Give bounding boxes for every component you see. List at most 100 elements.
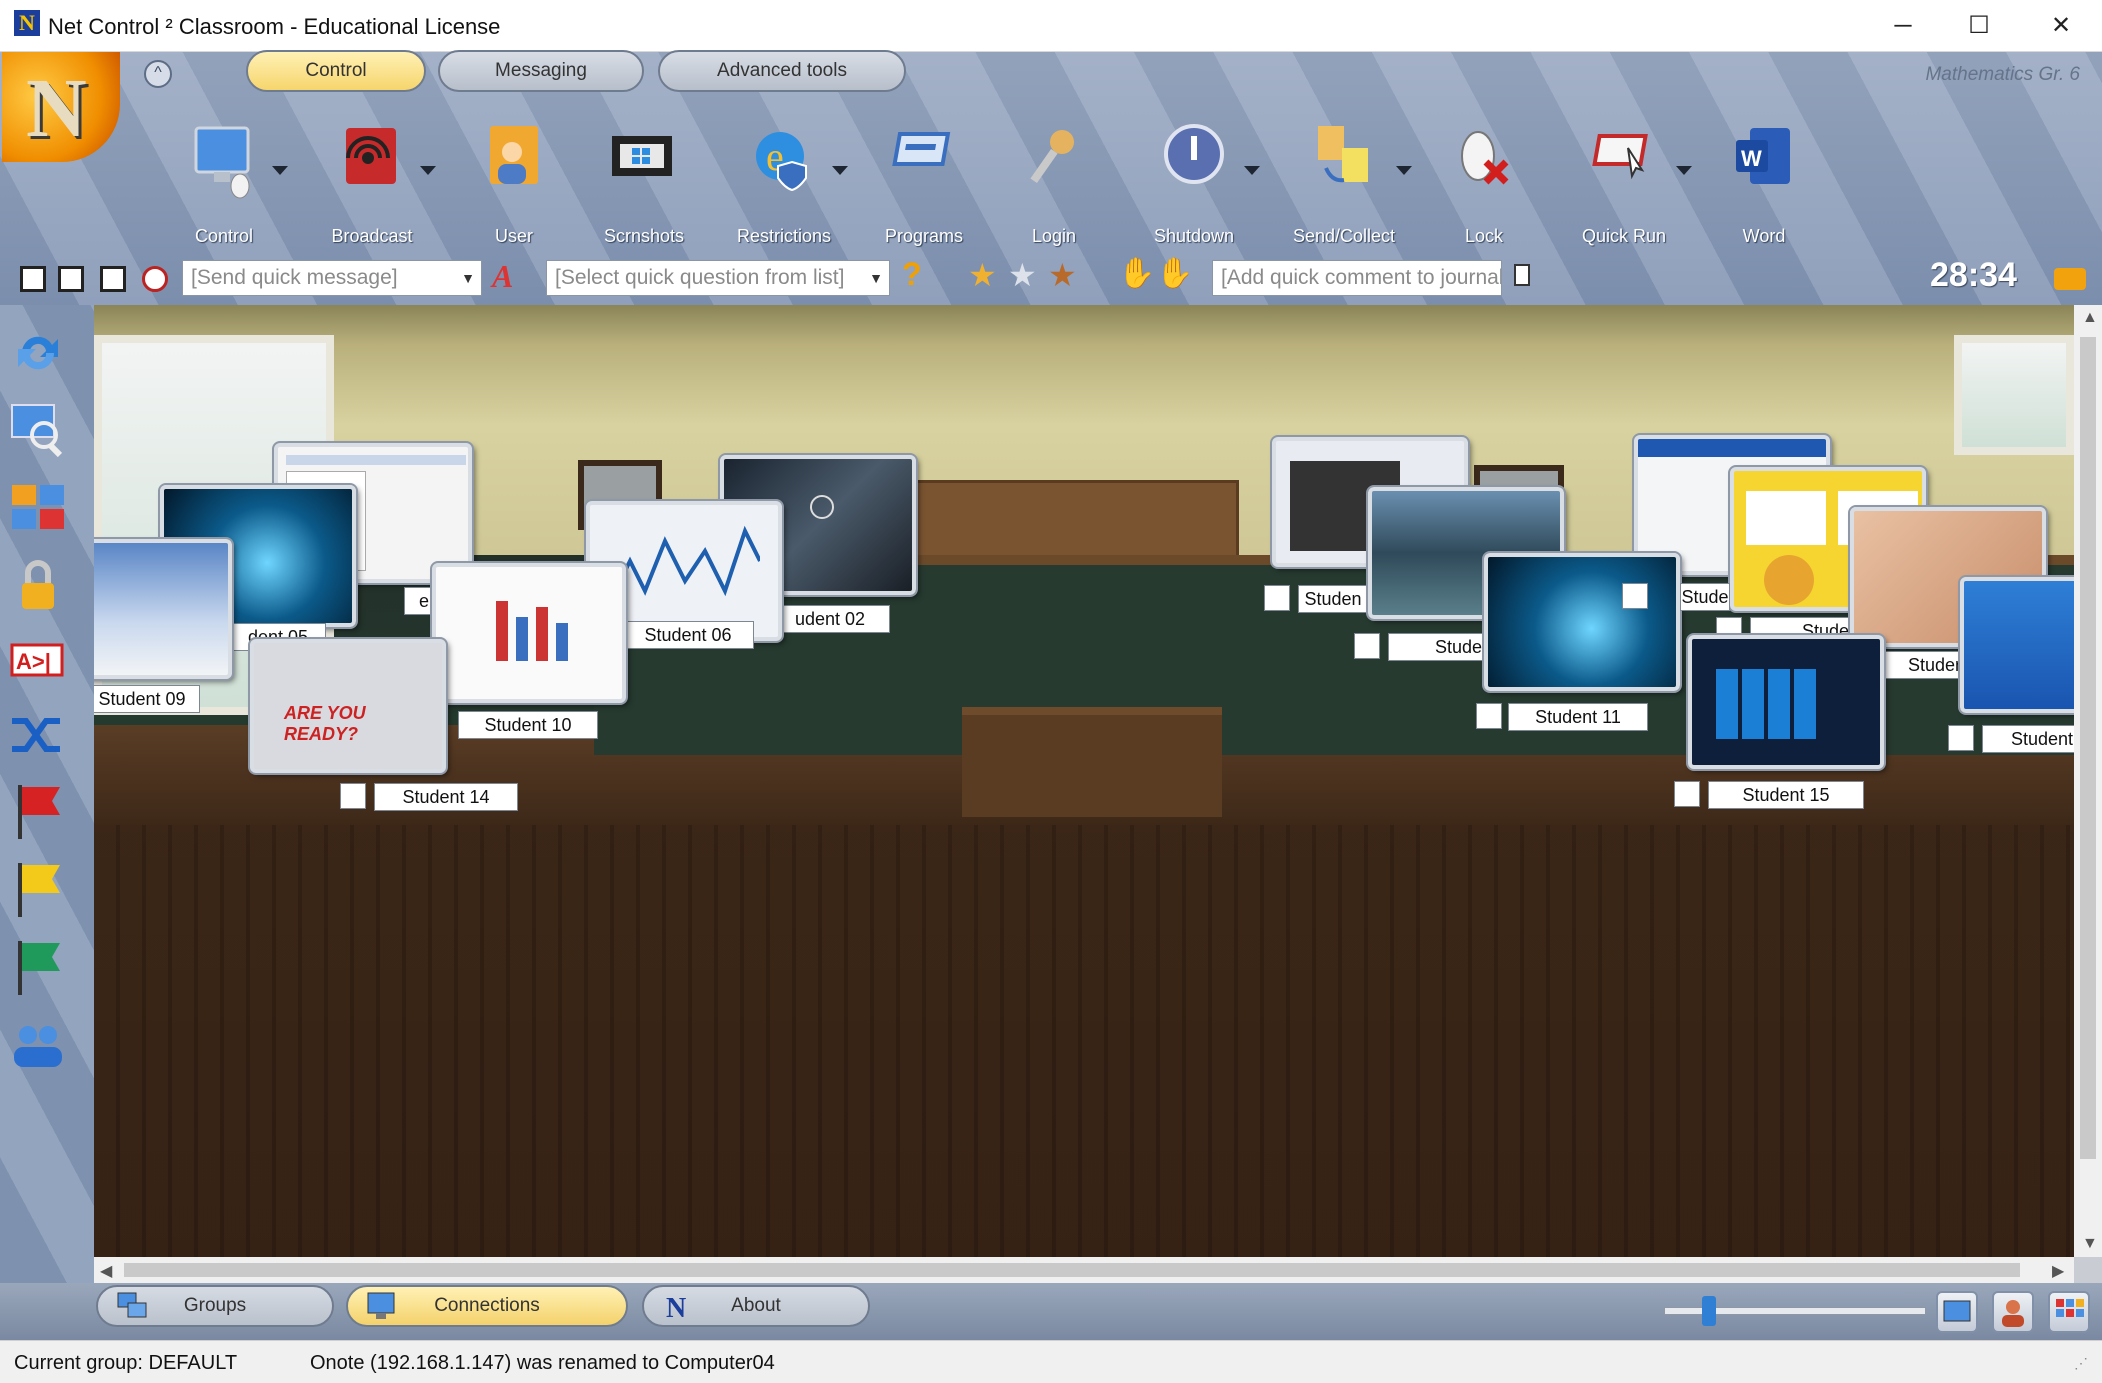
student-screen-thumbnail[interactable] xyxy=(94,539,232,679)
bronze-star-icon[interactable]: ★ xyxy=(1048,256,1077,294)
student-screen-thumbnail[interactable] xyxy=(1960,577,2074,713)
slider-handle[interactable] xyxy=(1702,1296,1716,1326)
current-group-status: Current group: DEFAULT xyxy=(14,1352,238,1374)
student-select-checkbox[interactable] xyxy=(1476,703,1502,729)
tool-label: Control xyxy=(194,226,254,246)
view-screens-button[interactable] xyxy=(1936,1291,1978,1333)
student-select-checkbox[interactable] xyxy=(340,783,366,809)
quick-run-tool-button[interactable]: Quick Run xyxy=(1564,122,1692,262)
chevron-down-icon[interactable] xyxy=(1244,166,1260,175)
silver-star-icon[interactable]: ★ xyxy=(1008,256,1037,294)
text-input-icon[interactable]: A>| xyxy=(8,631,68,691)
student-select-checkbox[interactable] xyxy=(1264,585,1290,611)
horizontal-scroll-thumb[interactable] xyxy=(124,1263,2020,1277)
layout-grid-icon[interactable] xyxy=(8,477,68,537)
timer-options-icon[interactable] xyxy=(2054,268,2086,290)
chevron-down-icon[interactable] xyxy=(1396,166,1412,175)
screen-view-icon xyxy=(1943,1300,1971,1322)
login-tool-button[interactable]: Login xyxy=(994,122,1114,262)
tab-about[interactable]: N About xyxy=(642,1285,870,1327)
minimize-button[interactable]: ─ xyxy=(1870,0,1936,52)
chevron-down-icon[interactable]: ▼ xyxy=(461,261,475,295)
user-tool-button[interactable]: User xyxy=(454,122,574,262)
tab-advanced-tools[interactable]: Advanced tools xyxy=(658,50,906,92)
maximize-button[interactable]: ☐ xyxy=(1946,0,2012,52)
student-name-label: Student 14 xyxy=(374,783,518,811)
view-users-button[interactable] xyxy=(1992,1291,2034,1333)
tab-groups[interactable]: Groups xyxy=(96,1285,334,1327)
users-group-icon[interactable] xyxy=(8,1015,68,1075)
student-name-label: Student 10 xyxy=(458,711,598,739)
uncheck-all-checkbox[interactable] xyxy=(58,266,84,292)
tab-control[interactable]: Control xyxy=(246,50,426,92)
user-icon xyxy=(490,126,538,184)
question-mark-icon[interactable]: ? xyxy=(902,256,922,293)
line-graph-thumbnail xyxy=(610,525,760,602)
student-screen-thumbnail[interactable] xyxy=(432,563,626,703)
shuffle-icon[interactable] xyxy=(8,705,68,765)
raise-hand-icon[interactable]: ✋ xyxy=(1118,256,1155,291)
tool-label: Scrnshots xyxy=(603,226,685,246)
view-grid-button[interactable] xyxy=(2048,1291,2090,1333)
bar-thumb xyxy=(496,601,508,661)
quick-question-combo[interactable]: [Select quick question from list] ▼ xyxy=(546,260,890,296)
restrictions-tool-button[interactable]: e Restrictions xyxy=(724,122,848,262)
student-select-checkbox[interactable] xyxy=(1948,725,1974,751)
scroll-left-icon[interactable]: ◀ xyxy=(100,1261,112,1281)
title-bar: N Net Control ² Classroom - Educational … xyxy=(0,0,2102,52)
classroom-view[interactable]: ent 01 udent 02 dent 05 Student 06 Stude… xyxy=(94,305,2074,1257)
chevron-down-icon[interactable] xyxy=(420,166,436,175)
thumb-titlebar xyxy=(1638,439,1826,457)
scroll-down-icon[interactable]: ▼ xyxy=(2082,1235,2098,1253)
red-flag-icon[interactable] xyxy=(8,781,68,841)
internet-explorer-shield-icon: e xyxy=(756,132,807,192)
resize-grip-icon[interactable]: ⋰ xyxy=(2074,1355,2088,1372)
quick-message-combo[interactable]: [Send quick message] ▼ xyxy=(182,260,482,296)
journal-icon[interactable] xyxy=(1514,264,1530,286)
thumbnail-zoom-slider[interactable] xyxy=(1664,1296,1926,1326)
user-view-icon xyxy=(2002,1300,2024,1327)
padlock-icon[interactable] xyxy=(8,555,68,615)
chevron-down-icon[interactable] xyxy=(832,166,848,175)
send-collect-tool-button[interactable]: Send/Collect xyxy=(1284,122,1412,262)
gold-star-icon[interactable]: ★ xyxy=(968,256,997,294)
student-select-checkbox[interactable] xyxy=(1622,583,1648,609)
yellow-flag-icon[interactable] xyxy=(8,859,68,919)
student-screen-thumbnail[interactable] xyxy=(1688,635,1884,769)
block-check-icon[interactable] xyxy=(142,266,168,292)
chevron-down-icon[interactable]: ▼ xyxy=(869,261,883,295)
programs-tool-button[interactable]: Programs xyxy=(864,122,984,262)
horizontal-scrollbar[interactable]: ◀ ▶ xyxy=(94,1257,2074,1283)
vertical-scrollbar[interactable]: ▲ ▼ xyxy=(2074,305,2102,1257)
tab-messaging[interactable]: Messaging xyxy=(438,50,644,92)
tab-connections[interactable]: Connections xyxy=(346,1285,628,1327)
screenshots-tool-button[interactable]: Scrnshots xyxy=(584,122,704,262)
font-style-icon[interactable]: A xyxy=(492,258,513,295)
vertical-scroll-thumb[interactable] xyxy=(2080,337,2096,1159)
close-button[interactable]: ✕ xyxy=(2028,0,2094,52)
power-icon xyxy=(1164,124,1224,184)
scroll-up-icon[interactable]: ▲ xyxy=(2082,309,2098,327)
chevron-down-icon[interactable] xyxy=(272,166,288,175)
tool-label: Restrictions xyxy=(736,226,832,246)
scroll-right-icon[interactable]: ▶ xyxy=(2052,1261,2064,1281)
zoom-monitor-icon[interactable] xyxy=(8,399,68,459)
control-tool-button[interactable]: Control xyxy=(164,122,288,262)
invert-check-checkbox[interactable] xyxy=(100,266,126,292)
lock-tool-button[interactable]: Lock xyxy=(1424,122,1544,262)
collapse-ribbon-button[interactable]: ^ xyxy=(144,60,172,88)
student-screen-thumbnail[interactable] xyxy=(1484,553,1680,691)
broadcast-tool-button[interactable]: Broadcast xyxy=(312,122,436,262)
student-screen-thumbnail[interactable]: ARE YOU READY? xyxy=(250,639,446,773)
keys-icon xyxy=(1030,130,1074,184)
shutdown-tool-button[interactable]: Shutdown xyxy=(1134,122,1260,262)
lower-hand-icon[interactable]: ✋ xyxy=(1156,256,1193,291)
student-select-checkbox[interactable] xyxy=(1354,633,1380,659)
chevron-down-icon[interactable] xyxy=(1676,166,1692,175)
green-flag-icon[interactable] xyxy=(8,937,68,997)
student-select-checkbox[interactable] xyxy=(1674,781,1700,807)
check-all-checkbox[interactable] xyxy=(20,266,46,292)
word-tool-button[interactable]: W Word xyxy=(1704,122,1824,262)
quick-comment-input[interactable]: [Add quick comment to journal] xyxy=(1212,260,1502,296)
refresh-icon[interactable] xyxy=(8,323,68,383)
